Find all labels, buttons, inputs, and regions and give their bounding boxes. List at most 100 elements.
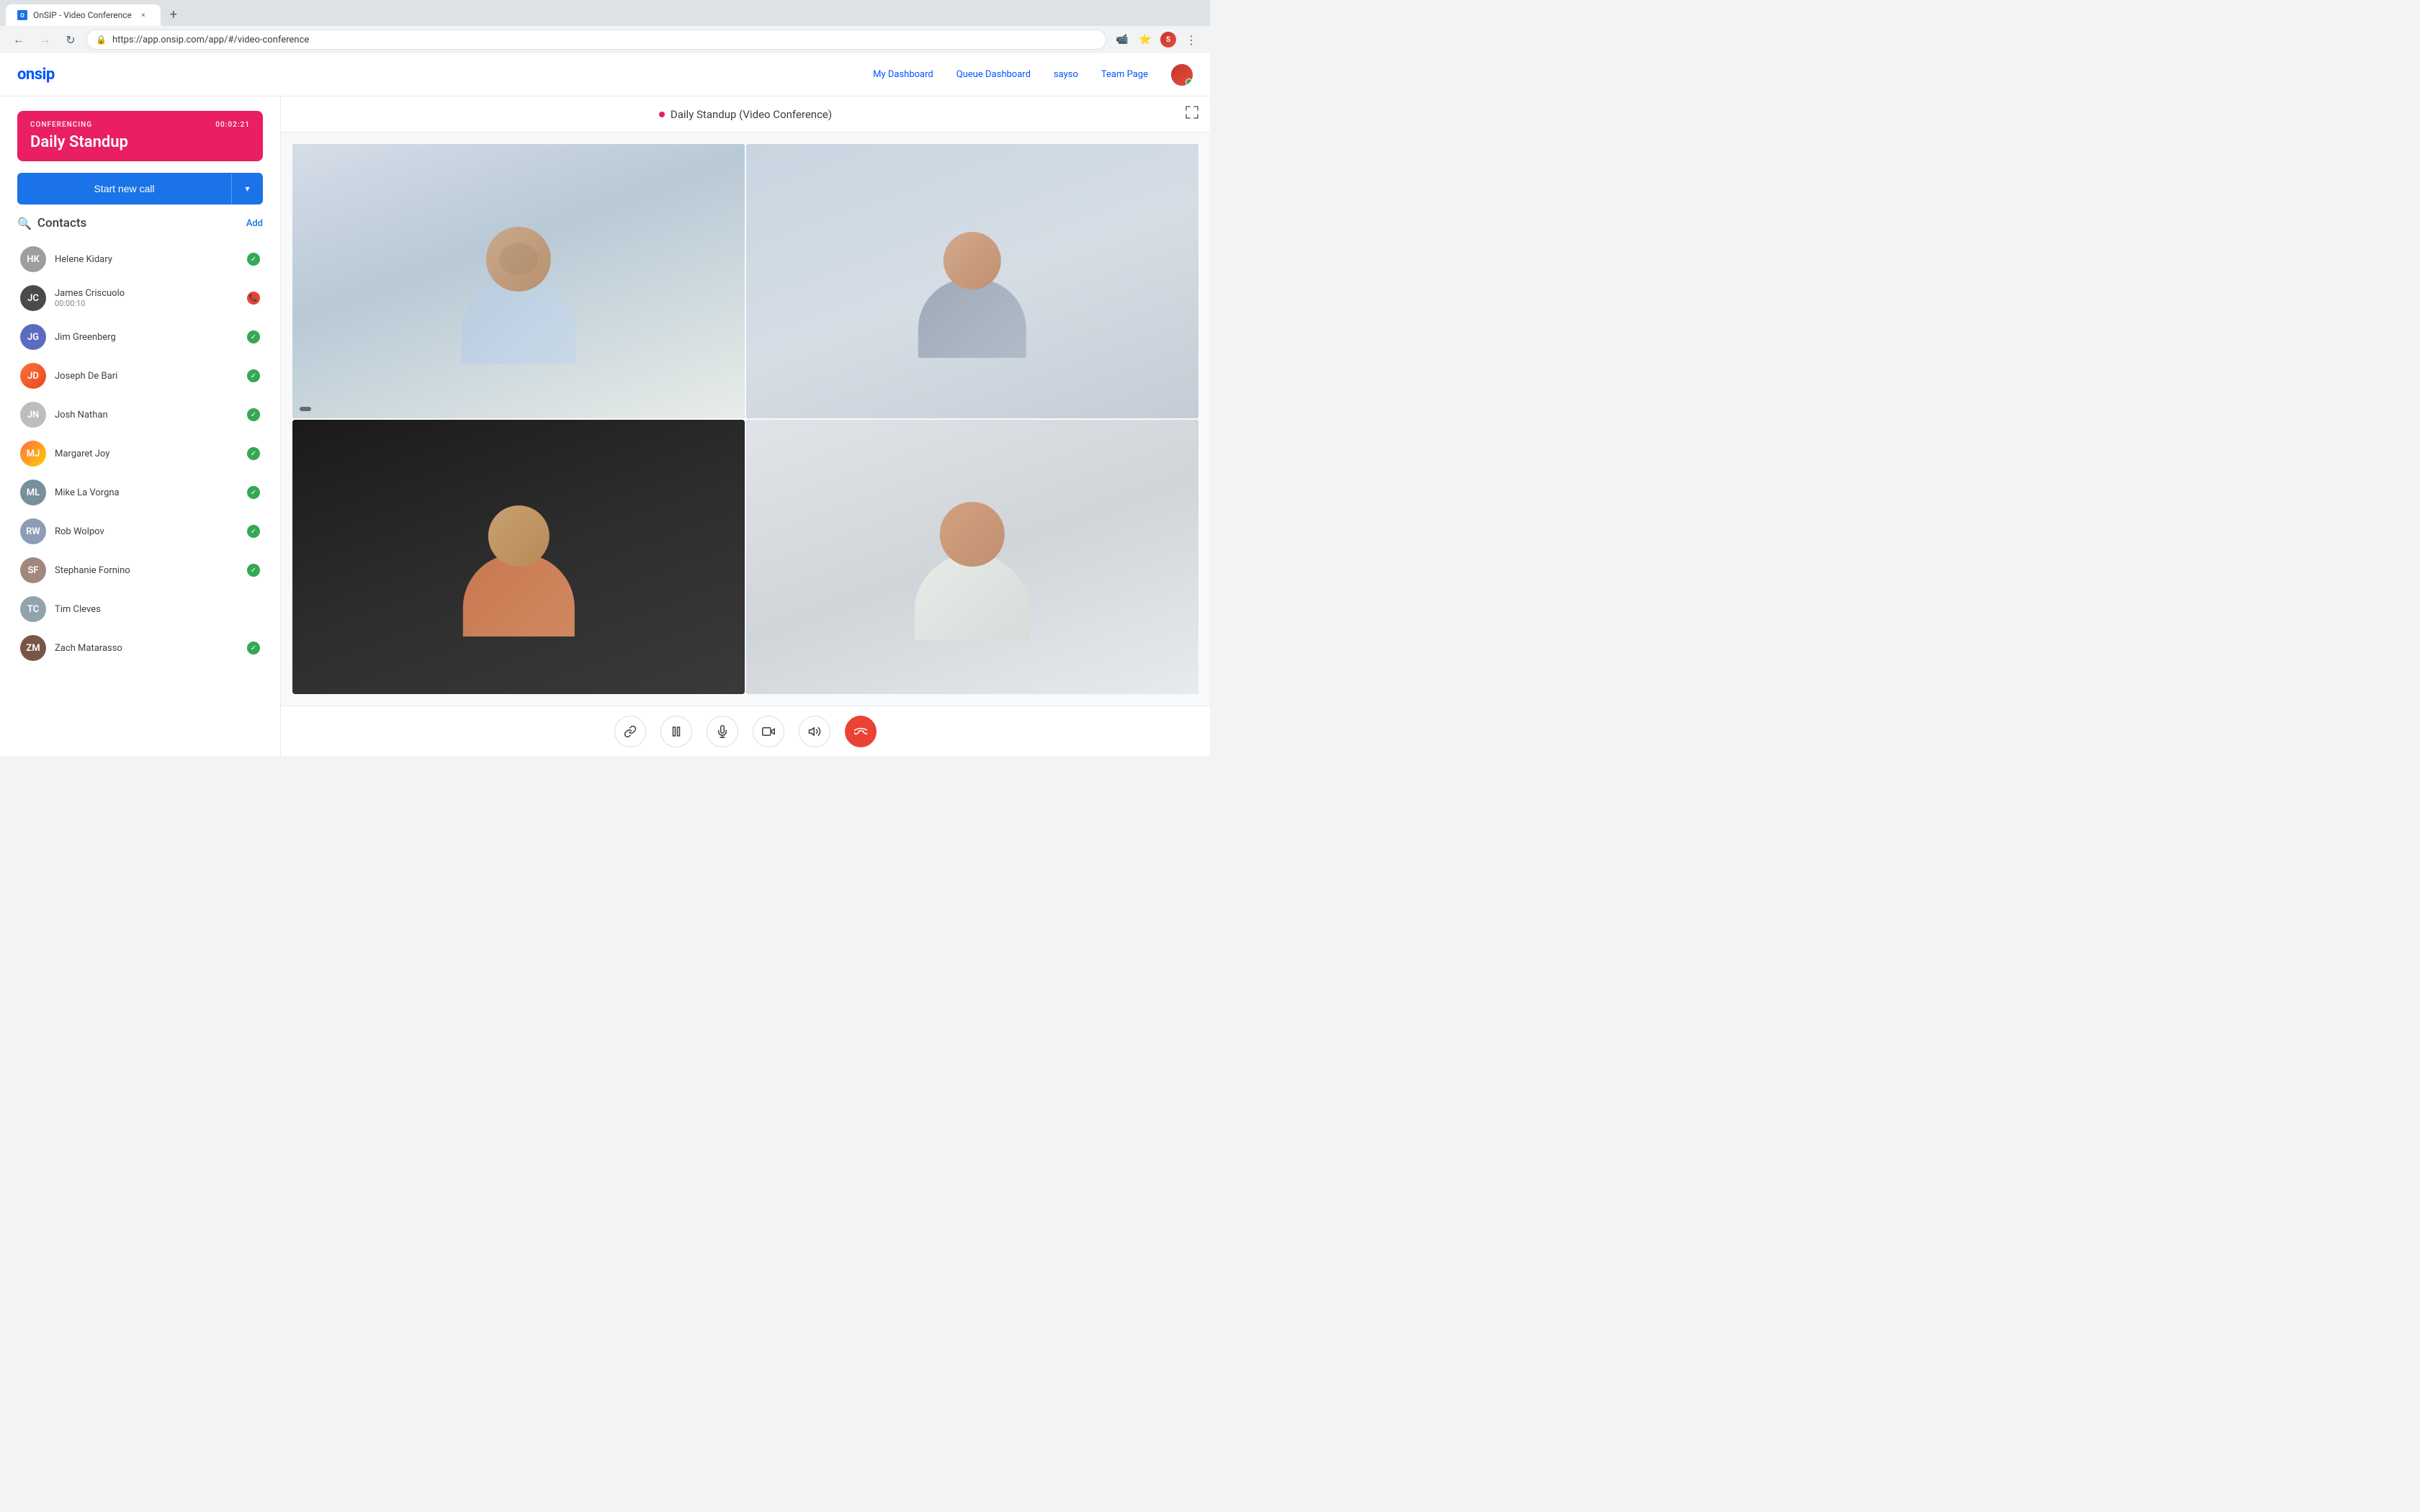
contact-status-online: ✓ — [247, 525, 260, 538]
contact-status-online: ✓ — [247, 253, 260, 266]
contact-item[interactable]: SF Stephanie Fornino ✓ — [17, 552, 263, 589]
contact-name: Rob Wolpov — [55, 526, 238, 537]
video-cell-1 — [292, 144, 745, 418]
conference-timer: 00:02:21 — [215, 121, 250, 129]
conference-title: Daily Standup — [30, 133, 250, 151]
avatar-online-badge — [1186, 78, 1193, 86]
video-controls — [281, 706, 1210, 756]
contact-name: Jim Greenberg — [55, 332, 238, 343]
contact-info: Zach Matarasso — [55, 643, 238, 654]
check-icon: ✓ — [251, 411, 256, 419]
contacts-title-row: 🔍 Contacts — [17, 216, 86, 230]
team-page-link[interactable]: Team Page — [1101, 69, 1148, 80]
contact-item[interactable]: RW Rob Wolpov ✓ — [17, 513, 263, 550]
contact-item[interactable]: JD Joseph De Bari ✓ — [17, 357, 263, 395]
user-avatar[interactable] — [1171, 64, 1193, 86]
check-icon: ✓ — [251, 333, 256, 341]
tab-favicon: O — [17, 10, 27, 20]
contact-name: Zach Matarasso — [55, 643, 238, 654]
contact-item[interactable]: MJ Margaret Joy ✓ — [17, 435, 263, 472]
contacts-search-icon[interactable]: 🔍 — [17, 217, 32, 230]
contact-name: Stephanie Fornino — [55, 565, 238, 576]
app-logo: onsip — [17, 66, 55, 84]
contact-name: Helene Kidary — [55, 254, 238, 265]
my-dashboard-link[interactable]: My Dashboard — [873, 69, 933, 80]
check-icon: ✓ — [251, 567, 256, 575]
start-call-label: Start new call — [17, 173, 231, 204]
active-tab[interactable]: O OnSIP - Video Conference × — [6, 4, 161, 26]
address-bar[interactable]: 🔒 https://app.onsip.com/app/#/video-conf… — [86, 30, 1106, 50]
contact-info: Jim Greenberg — [55, 332, 238, 343]
contacts-section: 🔍 Contacts Add HK Helene Kidary ✓ — [17, 216, 263, 667]
tab-title: OnSIP - Video Conference — [33, 10, 132, 20]
main-content: CONFERENCING 00:02:21 Daily Standup Star… — [0, 96, 1210, 756]
back-button[interactable]: ← — [9, 30, 29, 50]
video-cell-4 — [746, 420, 1198, 694]
contact-item[interactable]: HK Helene Kidary ✓ — [17, 240, 263, 278]
contact-status-online: ✓ — [247, 486, 260, 499]
contact-info: James Criscuolo 00:00:10 — [55, 288, 238, 308]
conference-card: CONFERENCING 00:02:21 Daily Standup — [17, 111, 263, 161]
contact-avatar: JD — [20, 363, 46, 389]
contact-item[interactable]: JG Jim Greenberg ✓ — [17, 318, 263, 356]
video-conference-title: Daily Standup (Video Conference) — [671, 108, 832, 121]
contact-status-online: ✓ — [247, 408, 260, 421]
app-container: onsip My Dashboard Queue Dashboard sayso… — [0, 53, 1210, 756]
contact-item[interactable]: JN Josh Nathan ✓ — [17, 396, 263, 433]
contact-status-online: ✓ — [247, 369, 260, 382]
contact-avatar: JG — [20, 324, 46, 350]
pause-button[interactable] — [660, 716, 692, 747]
header-nav: My Dashboard Queue Dashboard sayso Team … — [873, 64, 1193, 86]
contact-status-calling: 📞 — [247, 292, 260, 305]
contact-avatar: MJ — [20, 441, 46, 467]
bookmark-icon[interactable]: ⭐ — [1135, 30, 1155, 50]
forward-button[interactable]: → — [35, 30, 55, 50]
contact-status-none — [247, 603, 260, 616]
new-tab-button[interactable]: + — [163, 4, 184, 24]
start-new-call-button[interactable]: Start new call ▾ — [17, 173, 263, 204]
contact-item[interactable]: TC Tim Cleves — [17, 590, 263, 628]
fullscreen-button[interactable] — [1186, 106, 1198, 122]
contact-name: Josh Nathan — [55, 410, 238, 420]
check-icon: ✓ — [251, 644, 256, 652]
contact-info: Tim Cleves — [55, 604, 238, 615]
toolbar-actions: 📹 ⭐ S ⋮ — [1112, 30, 1201, 50]
browser-toolbar: ← → ↻ 🔒 https://app.onsip.com/app/#/vide… — [0, 26, 1210, 53]
lock-icon: 🔒 — [96, 35, 107, 45]
microphone-button[interactable] — [707, 716, 738, 747]
check-icon: ✓ — [251, 450, 256, 458]
browser-tabs: O OnSIP - Video Conference × + — [0, 0, 1210, 26]
contacts-title: Contacts — [37, 216, 86, 230]
contact-avatar: RW — [20, 518, 46, 544]
queue-dashboard-link[interactable]: Queue Dashboard — [956, 69, 1031, 80]
check-icon: ✓ — [251, 489, 256, 497]
contact-info: Rob Wolpov — [55, 526, 238, 537]
link-button[interactable] — [614, 716, 646, 747]
cast-icon[interactable]: 📹 — [1112, 30, 1132, 50]
start-call-dropdown[interactable]: ▾ — [231, 174, 263, 204]
contact-info: Joseph De Bari — [55, 371, 238, 382]
menu-icon[interactable]: ⋮ — [1181, 30, 1201, 50]
contact-name: Margaret Joy — [55, 449, 238, 459]
contact-item[interactable]: ZM Zach Matarasso ✓ — [17, 629, 263, 667]
volume-button[interactable] — [799, 716, 830, 747]
recording-dot — [659, 112, 665, 117]
contact-status-online: ✓ — [247, 564, 260, 577]
check-icon: ✓ — [251, 528, 256, 536]
contact-avatar: JC — [20, 285, 46, 311]
username-link[interactable]: sayso — [1054, 69, 1078, 80]
tab-close-button[interactable]: × — [138, 9, 149, 21]
contact-avatar: JN — [20, 402, 46, 428]
add-contact-link[interactable]: Add — [246, 218, 263, 229]
video-grid — [281, 132, 1210, 706]
contact-item[interactable]: JC James Criscuolo 00:00:10 📞 — [17, 279, 263, 317]
check-icon: ✓ — [251, 256, 256, 264]
hangup-button[interactable] — [845, 716, 877, 747]
video-title: Daily Standup (Video Conference) — [659, 108, 832, 121]
contact-item[interactable]: ML Mike La Vorgna ✓ — [17, 474, 263, 511]
profile-icon[interactable]: S — [1158, 30, 1178, 50]
contact-avatar: HK — [20, 246, 46, 272]
reload-button[interactable]: ↻ — [60, 30, 81, 50]
camera-button[interactable] — [753, 716, 784, 747]
video-cell-3 — [292, 420, 745, 694]
